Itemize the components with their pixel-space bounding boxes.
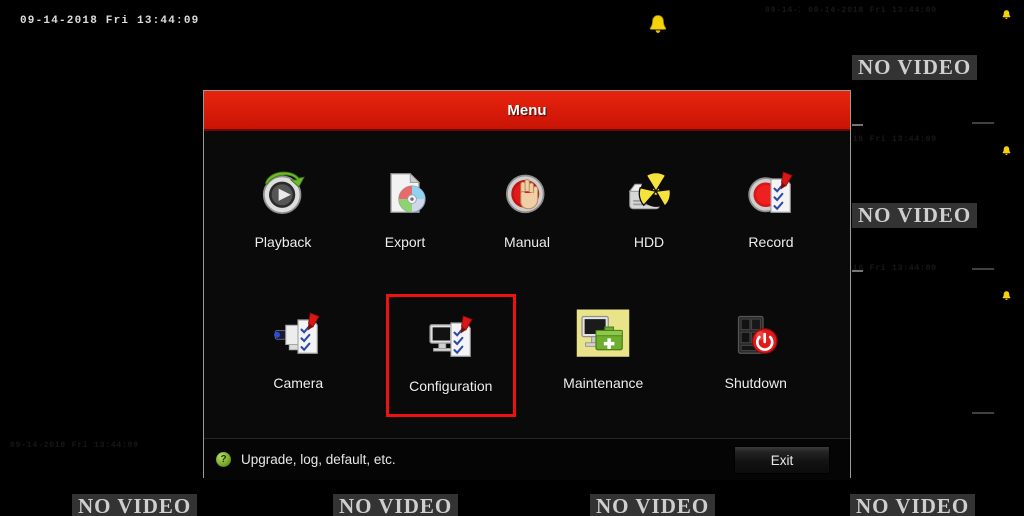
menu-item-label: Manual (504, 234, 550, 250)
no-video-label: NO VIDEO (852, 203, 978, 229)
no-video-label: NO VIDEO (72, 494, 198, 516)
menu-item-label: Configuration (409, 378, 493, 394)
channel-divider-tick (849, 270, 863, 272)
menu-item-export[interactable]: Export (344, 153, 466, 276)
menu-item-camera[interactable]: Camera (233, 294, 363, 417)
no-video-label: NO VIDEO (590, 494, 716, 516)
menu-item-hdd[interactable]: HDD (588, 153, 710, 276)
menu-item-label: Camera (273, 375, 324, 391)
channel-osd-timestamp: 09-14-2018 Fri 13:44:09 (765, 6, 800, 15)
hdd-icon (618, 162, 680, 224)
manual-icon (496, 162, 558, 224)
bell-icon (1002, 146, 1011, 155)
menu-item-maintenance[interactable]: Maintenance (538, 294, 668, 417)
menu-item-manual[interactable]: Manual (466, 153, 588, 276)
no-video-label: NO VIDEO (333, 494, 459, 516)
channel-osd-timestamp: 09-14-2018 Fri 13:44:09 (808, 6, 937, 15)
menu-icon-grid: Playback Export Manual HDD Record Camera… (204, 153, 850, 417)
bell-icon (649, 15, 667, 33)
menu-item-label: Shutdown (724, 375, 787, 391)
dialog-body: Playback Export Manual HDD Record Camera… (204, 131, 850, 439)
bell-icon (1002, 10, 1011, 19)
maintenance-icon (572, 303, 634, 365)
bell-icon (1002, 291, 1011, 300)
menu-item-configuration[interactable]: Configuration (385, 294, 516, 417)
dialog-title: Menu (507, 101, 547, 119)
menu-item-playback[interactable]: Playback (222, 153, 344, 276)
shutdown-icon (725, 303, 787, 365)
configuration-icon (420, 306, 482, 368)
video-wall: 09-14-2018 Fri 13:44:09 09-14-2018 Fri 1… (0, 0, 1024, 516)
exit-button[interactable]: Exit (734, 446, 830, 474)
channel-osd-timestamp: 09-14-2018 Fri 13:44:09 (20, 15, 200, 27)
no-video-label: NO VIDEO (850, 494, 976, 516)
menu-item-label: HDD (633, 234, 665, 250)
exit-button-label: Exit (770, 452, 794, 468)
channel-divider-dash (972, 412, 994, 414)
playback-icon (252, 162, 314, 224)
menu-item-label: Export (384, 234, 426, 250)
menu-item-shutdown[interactable]: Shutdown (691, 294, 821, 417)
channel-divider-tick (849, 124, 863, 126)
channel-divider-dash (972, 122, 994, 124)
footer-hint-text: Upgrade, log, default, etc. (241, 452, 396, 467)
dialog-titlebar: Menu (204, 91, 850, 131)
menu-item-label: Playback (254, 234, 312, 250)
menu-item-label: Maintenance (563, 375, 644, 391)
menu-item-record[interactable]: Record (710, 153, 832, 276)
channel-divider-dash (972, 268, 994, 270)
no-video-label: NO VIDEO (852, 55, 978, 81)
menu-item-label: Record (748, 234, 794, 250)
record-icon (740, 162, 802, 224)
menu-row: Camera Configuration Maintenance Shutdow… (204, 294, 850, 417)
menu-dialog: Menu Playback Export Manual HDD Record C… (203, 90, 851, 480)
export-icon (374, 162, 436, 224)
question-mark-icon[interactable]: ? (216, 452, 231, 467)
camera-icon (267, 303, 329, 365)
menu-row: Playback Export Manual HDD Record (204, 153, 850, 276)
dialog-footer: ? Upgrade, log, default, etc. Exit (204, 439, 850, 480)
channel-osd-timestamp: 09-14-2018 Fri 13:44:09 (10, 441, 139, 450)
